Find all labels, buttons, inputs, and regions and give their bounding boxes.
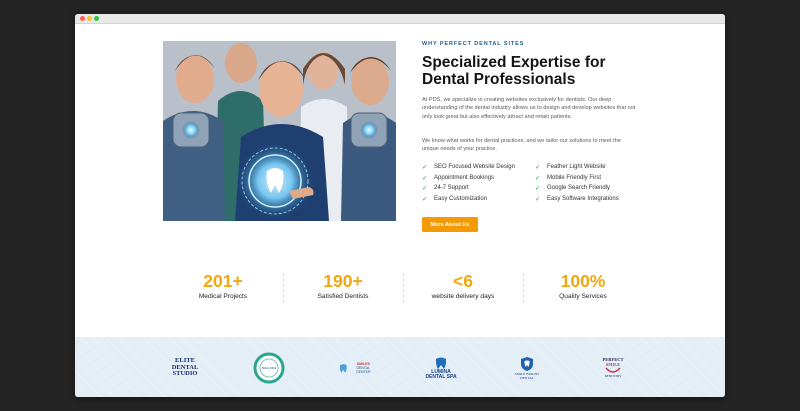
more-about-us-button[interactable]: More About Us xyxy=(422,217,478,232)
stat-value: <6 xyxy=(453,271,473,291)
close-window-button[interactable] xyxy=(80,16,85,21)
stat-quality-services: 100% Quality Services xyxy=(523,271,643,307)
shield-tooth-icon xyxy=(521,357,533,371)
stats-row: 201+ Medical Projects 190+ Satisfied Den… xyxy=(163,271,643,307)
feature-label: Easy Software Integrations xyxy=(547,196,619,203)
about-paragraph-2: We know what works for dental practices,… xyxy=(422,138,621,153)
maximize-window-button[interactable] xyxy=(94,16,99,21)
check-icon: ✓ xyxy=(422,174,428,182)
tooth-icon xyxy=(339,363,347,373)
logo-text: STUDIO xyxy=(172,370,198,378)
check-icon: ✓ xyxy=(535,185,541,193)
feature-list: ✓ SEO Focused Website Design ✓ Feather L… xyxy=(422,163,652,203)
feature-label: Easy Customization xyxy=(434,196,488,203)
feature-item: ✓ Feather Light Website xyxy=(535,163,648,171)
logo-text: DENTAL CENTER xyxy=(356,366,371,374)
feature-item: ✓ 24-7 Support xyxy=(422,185,535,193)
headline-line1: Specialized Expertise for xyxy=(422,54,606,71)
feature-item: ✓ Easy Customization xyxy=(422,195,535,203)
stat-delivery-days: <6 website delivery days xyxy=(403,271,523,307)
elite-dental-studio-logo: ELITE DENTAL STUDIO xyxy=(165,351,205,385)
stat-label: Satisfied Dentists xyxy=(317,293,369,300)
feature-item: ✓ SEO Focused Website Design xyxy=(422,163,535,171)
logo-text: DENTAL SPA xyxy=(425,374,457,380)
logo-text: DENTISTRY xyxy=(604,374,622,378)
feature-item: ✓ Easy Software Integrations xyxy=(535,195,648,203)
feature-item: ✓ Appointment Bookings xyxy=(422,174,535,182)
smile-bright-dental-logo: SMILE BRIGHT DENTAL xyxy=(507,351,547,385)
feature-label: Mobile Friendly First xyxy=(547,174,602,181)
feature-label: SEO Focused Website Design xyxy=(434,163,515,170)
stat-value: 201+ xyxy=(203,271,243,291)
feature-label: 24-7 Support xyxy=(434,185,469,192)
stat-label: website delivery days xyxy=(431,293,495,300)
about-paragraph-1: At PDS, we specialize in creating websit… xyxy=(422,97,636,120)
window-titlebar xyxy=(75,14,725,24)
feature-label: Google Search Friendly xyxy=(547,185,611,192)
stat-satisfied-dentists: 190+ Satisfied Dentists xyxy=(283,271,403,307)
check-icon: ✓ xyxy=(422,196,428,204)
check-icon: ✓ xyxy=(422,163,428,171)
lumina-dental-spa-logo: LUMINA DENTAL SPA xyxy=(421,351,461,385)
stat-value: 190+ xyxy=(323,271,363,291)
feature-label: Appointment Bookings xyxy=(434,174,495,181)
feature-label: Feather Light Website xyxy=(547,163,606,170)
smile-icon xyxy=(605,367,621,373)
minimize-window-button[interactable] xyxy=(87,16,92,21)
check-icon: ✓ xyxy=(535,196,541,204)
check-icon: ✓ xyxy=(535,163,541,171)
stat-value: 100% xyxy=(560,271,606,291)
feature-item: ✓ Mobile Friendly First xyxy=(535,174,648,182)
tooth-icon xyxy=(435,357,447,369)
dental-professionals-photo-icon xyxy=(163,41,396,221)
stat-label: Quality Services xyxy=(559,293,607,300)
headline-line2: Dental Professionals xyxy=(422,71,576,88)
check-icon: ✓ xyxy=(422,185,428,193)
logo-text: DENTAL xyxy=(520,376,534,380)
logo-text: SMILE RING xyxy=(261,366,277,370)
perfect-smile-dentistry-logo: PERFECT SMILE DENTISTRY xyxy=(593,351,633,385)
client-logo-strip: ELITE DENTAL STUDIO SMILE RING SMILES DE… xyxy=(75,337,725,397)
feature-item: ✓ Google Search Friendly xyxy=(535,185,648,193)
smiles-dental-center-logo: SMILES DENTAL CENTER xyxy=(339,351,377,385)
section-eyebrow: WHY PERFECT DENTAL SITES xyxy=(422,41,525,47)
page-title: Specialized Expertise for Dental Profess… xyxy=(422,54,642,88)
check-icon: ✓ xyxy=(535,174,541,182)
stat-label: Medical Projects xyxy=(198,293,248,300)
smile-ring-logo: SMILE RING xyxy=(251,351,287,385)
dental-professionals-photo xyxy=(163,41,396,221)
browser-window: WHY PERFECT DENTAL SITES Specialized Exp… xyxy=(75,14,725,397)
stat-medical-projects: 201+ Medical Projects xyxy=(163,271,283,307)
